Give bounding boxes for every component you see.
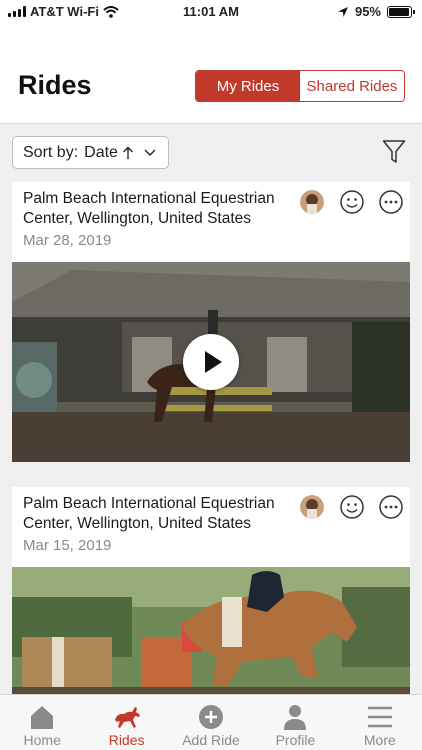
sort-value: Date	[84, 143, 118, 161]
chevron-down-icon	[144, 149, 156, 156]
funnel-icon[interactable]	[382, 139, 406, 165]
arrow-up-icon	[122, 146, 133, 159]
ride-date: Mar 28, 2019	[23, 232, 112, 249]
tab-label: Home	[23, 732, 61, 748]
avatar[interactable]	[300, 495, 324, 519]
person-icon	[284, 705, 307, 730]
tab-label: Add Ride	[182, 732, 240, 748]
play-icon	[205, 351, 222, 373]
ride-date: Mar 15, 2019	[23, 537, 112, 554]
tab-more[interactable]: More	[338, 695, 422, 750]
tab-profile[interactable]: Profile	[253, 695, 337, 750]
ride-photo[interactable]	[12, 567, 410, 697]
battery-level	[389, 7, 409, 16]
header: Rides My Rides Shared Rides	[0, 24, 422, 124]
jumping-horse-image	[12, 567, 410, 697]
ride-card[interactable]: Palm Beach International Equestrian Cent…	[12, 182, 410, 462]
ride-location: Palm Beach International Equestrian Cent…	[23, 190, 275, 227]
tab-label: More	[363, 732, 396, 748]
battery-icon	[387, 5, 415, 18]
horse-icon	[114, 707, 140, 728]
tab-my-rides[interactable]: My Rides	[196, 71, 300, 101]
sort-dropdown[interactable]: Sort by: Date	[12, 136, 169, 169]
status-indicators: 95%	[337, 4, 415, 19]
ride-card[interactable]: Palm Beach International Equestrian Cent…	[12, 487, 410, 697]
more-options-icon[interactable]	[378, 189, 404, 215]
ride-video-thumbnail[interactable]	[12, 262, 410, 462]
rides-segmented-control: My Rides Shared Rides	[195, 70, 405, 102]
tab-home[interactable]: Home	[0, 695, 84, 750]
tab-shared-rides[interactable]: Shared Rides	[300, 71, 404, 101]
location-arrow-icon	[337, 6, 348, 17]
emoji-reaction-icon[interactable]	[339, 189, 365, 215]
sort-prefix: Sort by:	[23, 143, 79, 161]
tab-add-ride[interactable]: Add Ride	[169, 695, 253, 750]
battery-percent: 95%	[354, 4, 381, 19]
tab-label: Rides	[108, 732, 145, 748]
page-title: Rides	[18, 70, 92, 100]
avatar[interactable]	[300, 190, 324, 214]
tab-label: Profile	[275, 732, 316, 748]
tab-rides[interactable]: Rides	[84, 695, 168, 750]
home-icon	[31, 706, 54, 729]
plus-circle-icon	[199, 705, 224, 729]
play-button[interactable]	[183, 334, 239, 390]
menu-icon	[367, 706, 392, 728]
ride-location: Palm Beach International Equestrian Cent…	[23, 495, 275, 532]
tab-bar: Home Rides Add Ride Profile More	[0, 694, 422, 750]
more-options-icon[interactable]	[378, 494, 404, 520]
emoji-reaction-icon[interactable]	[339, 494, 365, 520]
status-bar: AT&T Wi-Fi 11:01 AM 95%	[0, 0, 422, 24]
